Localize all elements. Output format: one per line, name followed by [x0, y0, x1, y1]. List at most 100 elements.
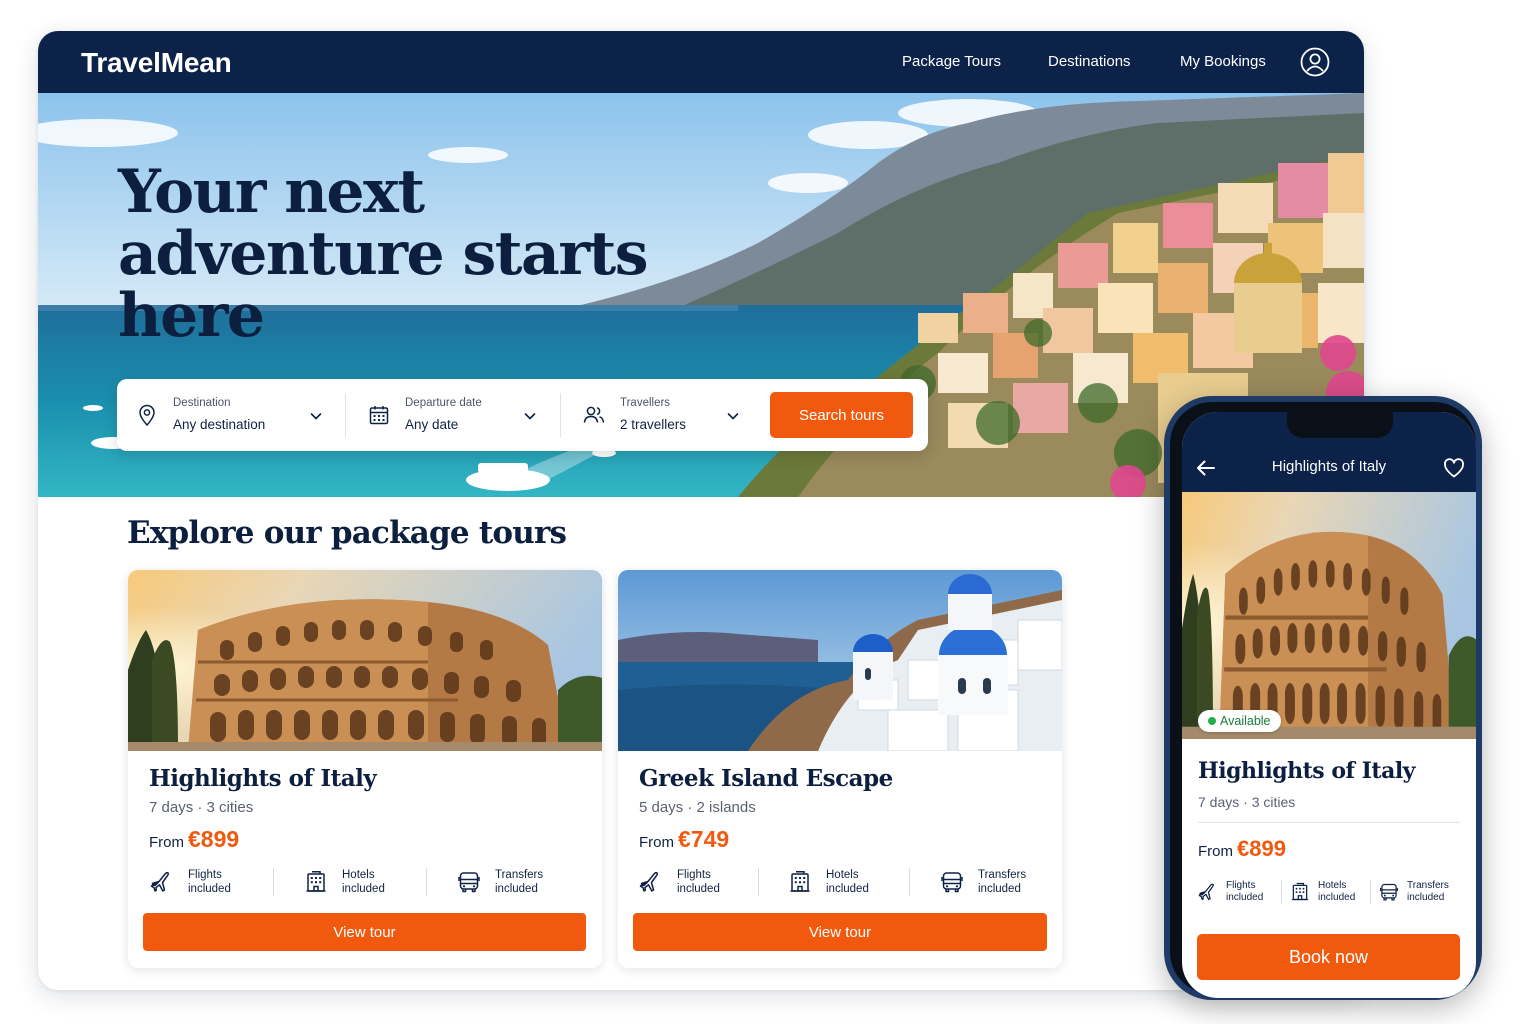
include-label: Flights — [188, 869, 222, 881]
divider — [273, 868, 274, 896]
chevron-down-icon — [309, 409, 323, 423]
hotels-included: Hotels included — [1290, 878, 1355, 906]
mobile-tour-meta: 7 days · 3 cities — [1198, 794, 1296, 810]
transfers-included: Transfers included — [1379, 878, 1449, 906]
divider — [1198, 822, 1460, 823]
include-label: included — [677, 883, 720, 895]
price-amount: €899 — [1237, 836, 1286, 861]
view-tour-button[interactable]: View tour — [633, 913, 1047, 951]
include-label: included — [1407, 892, 1445, 903]
include-label: included — [826, 883, 869, 895]
price-prefix: From — [149, 834, 184, 851]
divider — [345, 393, 346, 437]
flights-included: Flights included — [1198, 878, 1263, 906]
price-amount: €749 — [678, 826, 730, 852]
plane-icon — [150, 870, 174, 894]
flights-included: Flights included — [150, 866, 231, 898]
travellers-value: 2 travellers — [620, 417, 687, 432]
hero-headline-line1: Your next — [118, 157, 425, 227]
plane-icon — [639, 870, 663, 894]
include-label: Hotels — [342, 869, 375, 881]
include-label: included — [1318, 892, 1356, 903]
mobile-device: Highlights of Italy Available Highlights… — [1164, 396, 1482, 1000]
phone-bezel: Highlights of Italy Available Highlights… — [1170, 402, 1476, 998]
view-tour-button[interactable]: View tour — [143, 913, 586, 951]
divider — [909, 868, 910, 896]
divider — [560, 393, 561, 437]
include-label: Transfers — [495, 869, 544, 881]
mobile-tour-price: From €899 — [1198, 836, 1286, 862]
departure-date-value: Any date — [405, 417, 459, 432]
colosseum-photo — [1182, 492, 1476, 739]
tour-title[interactable]: Highlights of Italy — [149, 765, 377, 792]
price-prefix: From — [1198, 843, 1233, 860]
tour-card[interactable]: Highlights of Italy 7 days · 3 cities Fr… — [128, 570, 602, 968]
include-label: included — [1226, 892, 1264, 903]
badge-label: Available — [1220, 714, 1271, 728]
divider — [426, 868, 427, 896]
mobile-tour-title: Highlights of Italy — [1198, 758, 1415, 784]
include-label: Flights — [677, 869, 711, 881]
include-label: included — [978, 883, 1021, 895]
destination-value: Any destination — [173, 417, 266, 432]
departure-date-field[interactable]: Departure date Any date — [349, 379, 559, 451]
travellers-label: Travellers — [620, 397, 671, 409]
hotel-icon — [1290, 882, 1310, 902]
include-label: Transfers — [978, 869, 1027, 881]
tour-meta: 7 days · 3 cities — [149, 799, 254, 816]
transfers-included: Transfers included — [940, 866, 1026, 898]
destination-label: Destination — [173, 397, 231, 409]
user-circle-icon[interactable] — [1300, 47, 1330, 77]
top-nav: TravelMean Package Tours Destinations My… — [38, 31, 1364, 93]
search-bar: Destination Any destination Departure da… — [117, 379, 928, 451]
include-label: included — [495, 883, 538, 895]
nav-my-bookings[interactable]: My Bookings — [1180, 53, 1266, 70]
tour-title[interactable]: Greek Island Escape — [639, 765, 893, 792]
calendar-icon — [369, 406, 389, 425]
phone-notch — [1287, 412, 1393, 438]
hotel-icon — [788, 870, 812, 894]
chevron-down-icon — [726, 409, 740, 423]
mobile-header-title: Highlights of Italy — [1271, 458, 1387, 475]
divider — [1370, 880, 1371, 904]
hotels-included: Hotels included — [304, 866, 385, 898]
availability-badge: Available — [1198, 710, 1281, 732]
colosseum-photo — [128, 570, 602, 751]
travellers-field[interactable]: Travellers 2 travellers — [564, 379, 754, 451]
price-prefix: From — [639, 834, 674, 851]
hotels-included: Hotels included — [788, 866, 869, 898]
destination-field[interactable]: Destination Any destination — [117, 379, 345, 451]
tour-price: From €899 — [149, 826, 239, 853]
brand-logo[interactable]: TravelMean — [81, 47, 232, 79]
include-label: Transfers — [1407, 880, 1449, 891]
tour-price: From €749 — [639, 826, 729, 853]
plane-icon — [1198, 882, 1218, 902]
include-label: Hotels — [826, 869, 859, 881]
include-label: Flights — [1226, 880, 1256, 891]
departure-date-label: Departure date — [405, 397, 482, 409]
tour-meta: 5 days · 2 islands — [639, 799, 756, 816]
hotel-icon — [304, 870, 328, 894]
users-icon — [583, 406, 605, 423]
hero-headline-line2: adventure starts here — [118, 219, 648, 351]
flights-included: Flights included — [639, 866, 720, 898]
santorini-photo — [618, 570, 1062, 751]
divider — [758, 868, 759, 896]
section-title: Explore our package tours — [127, 515, 567, 551]
tour-card[interactable]: Greek Island Escape 5 days · 2 islands F… — [618, 570, 1062, 968]
bus-icon — [1379, 882, 1399, 902]
include-label: Hotels — [1318, 880, 1347, 891]
divider — [1281, 880, 1282, 904]
mobile-screen: Highlights of Italy Available Highlights… — [1182, 412, 1476, 998]
nav-package-tours[interactable]: Package Tours — [902, 53, 1001, 70]
hero-headline: Your next adventure starts here — [118, 161, 798, 347]
include-label: included — [342, 883, 385, 895]
nav-destinations[interactable]: Destinations — [1048, 53, 1131, 70]
map-pin-icon — [139, 404, 155, 427]
transfers-included: Transfers included — [457, 866, 543, 898]
heart-icon[interactable] — [1442, 456, 1466, 480]
book-now-button[interactable]: Book now — [1197, 934, 1460, 980]
search-tours-button[interactable]: Search tours — [770, 392, 913, 438]
include-label: included — [188, 883, 231, 895]
status-dot — [1208, 717, 1216, 725]
